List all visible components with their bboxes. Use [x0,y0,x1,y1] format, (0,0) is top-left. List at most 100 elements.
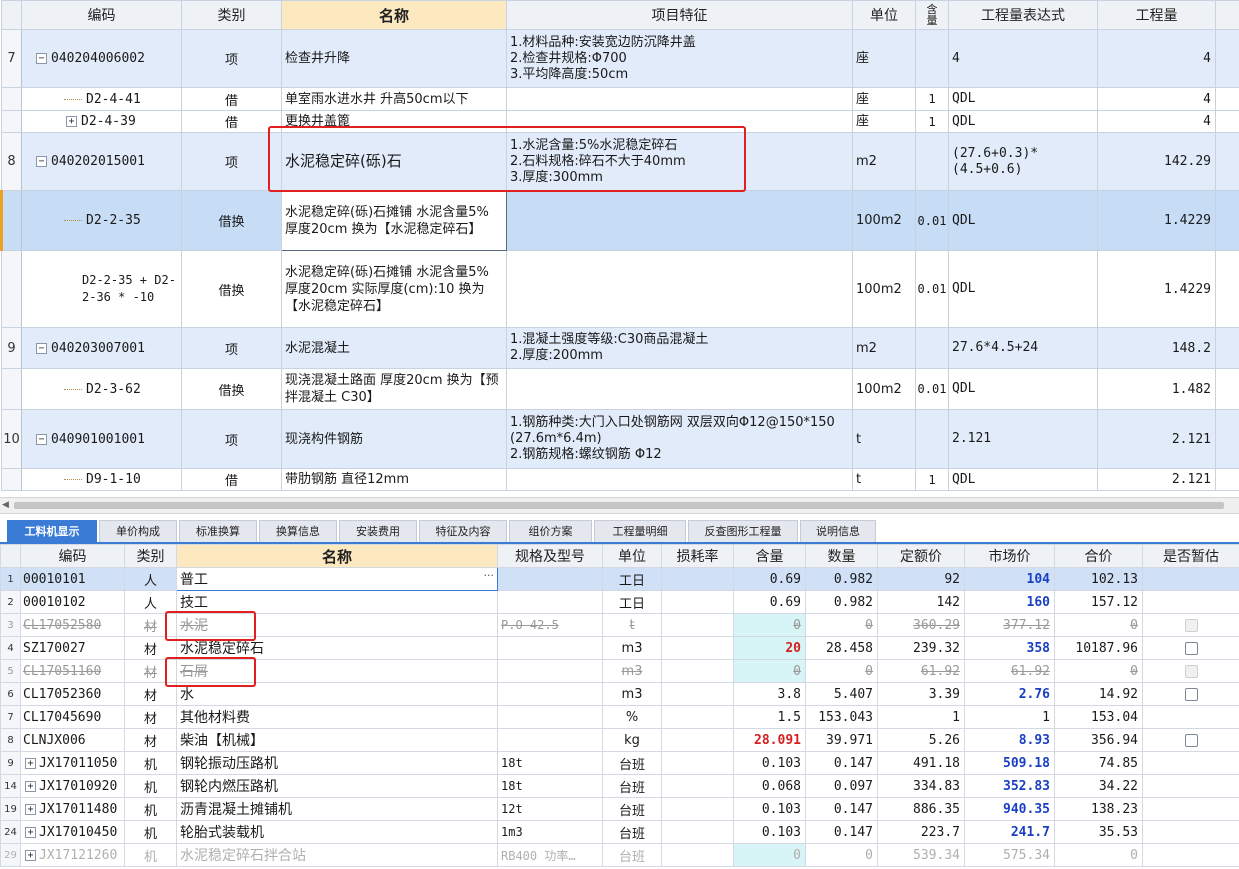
row-feature[interactable] [506,368,853,410]
row-unit[interactable]: m2 [852,327,916,369]
row-spec[interactable] [497,567,603,591]
row-loss[interactable] [661,659,734,683]
row-amount[interactable]: 4 [1097,87,1216,111]
resource-row[interactable]: 14 + JX17010920 机 钢轮内燃压路机 18t 台班 0.068 0.… [0,774,1239,798]
resource-row[interactable]: 6 CL17052360 材 水 m3 3.8 5.407 3.39 2.76 … [0,682,1239,706]
tab-description[interactable]: 说明信息 [800,520,876,542]
row-unit[interactable]: 100m2 [852,250,916,328]
row-code[interactable]: CL17052360 [20,682,125,706]
scroll-left-icon[interactable]: ◀ [2,500,9,510]
bill-row[interactable]: D2-3-62 借换 现浇混凝土路面 厚度20cm 换为【预拌混凝土 C30】 … [1,368,1239,410]
row-code[interactable]: 00010101 [20,567,125,591]
row-market-price[interactable]: 575.34 [964,843,1055,867]
row-ratio[interactable] [915,327,949,369]
row-code-cell[interactable]: D2-2-35 [21,190,182,251]
row-code-cell[interactable]: D2-4-41 [21,87,182,111]
row-loss[interactable] [661,613,734,637]
tab-reverse-graphic-quantity[interactable]: 反查图形工程量 [688,520,798,542]
row-loss[interactable] [661,751,734,775]
row-type[interactable]: 机 [124,797,177,821]
row-feature[interactable] [506,87,853,111]
row-type[interactable]: 材 [124,613,177,637]
row-unit[interactable]: t [852,409,916,469]
header-type[interactable]: 类别 [124,544,177,568]
row-name-editor[interactable]: 普工 ··· [176,567,498,591]
tab-conversion-info[interactable]: 换算信息 [259,520,337,542]
horizontal-scrollbar[interactable]: ◀ [0,497,1239,514]
expand-icon[interactable]: + [25,849,36,861]
row-name[interactable]: 水泥稳定碎(砾)石摊铺 水泥含量5% 厚度20cm 换为【水泥稳定碎石】 [281,190,507,251]
resource-row-disabled[interactable]: 3 CL17052580 材 水泥 P.O 42.5 t 0 0 360.29 … [0,613,1239,637]
row-unit[interactable]: t [852,468,916,491]
row-loss[interactable] [661,728,734,752]
row-code[interactable]: CLNJX006 [20,728,125,752]
row-code[interactable]: CL17052580 [20,613,125,637]
row-code-cell[interactable]: + D2-4-39 [21,110,182,133]
row-type[interactable]: 材 [124,636,177,660]
row-amount[interactable]: 2.121 [1097,409,1216,469]
row-expr[interactable]: QDL [948,87,1098,111]
row-type[interactable]: 借 [181,110,282,133]
row-name[interactable]: 石屑 [176,659,498,683]
bill-row[interactable]: 9 −040203007001 项 水泥混凝土 1.混凝土强度等级:C30商品混… [1,327,1239,369]
row-type[interactable]: 机 [124,820,177,844]
row-feature[interactable] [506,250,853,328]
row-spec[interactable] [497,705,603,729]
row-unit[interactable]: 座 [852,87,916,111]
bill-row[interactable]: D2-4-41 借 单室雨水进水井 升高50cm以下 座 1 QDL 4 [1,87,1239,111]
row-spec[interactable] [497,728,603,752]
row-market-price[interactable]: 241.7 [964,820,1055,844]
row-code-cell[interactable]: + JX17010450 [20,820,125,844]
provisional-checkbox[interactable] [1184,687,1198,701]
row-name[interactable]: 技工 [176,590,498,614]
row-market-price[interactable]: 358 [964,636,1055,660]
row-unit[interactable]: m3 [602,659,662,683]
row-content[interactable]: 0.103 [733,751,806,775]
bill-row[interactable]: 8 −040202015001 项 水泥稳定碎(砾)石 1.水泥含量:5%水泥稳… [1,132,1239,191]
row-content[interactable]: 0.69 [733,567,806,591]
row-unit[interactable]: kg [602,728,662,752]
row-ratio[interactable]: 0.01 [915,368,949,410]
row-feature[interactable] [506,190,853,251]
header-qty-ratio[interactable]: 含量 [915,0,949,30]
header-expr[interactable]: 工程量表达式 [948,0,1098,30]
row-ratio[interactable] [915,409,949,469]
expand-icon[interactable]: + [25,826,36,838]
row-type[interactable]: 材 [124,682,177,706]
row-spec[interactable] [497,590,603,614]
row-code-cell[interactable]: + JX17010920 [20,774,125,798]
row-type[interactable]: 借换 [181,368,282,410]
row-type[interactable]: 材 [124,728,177,752]
resource-row[interactable]: 29 + JX17121260 机 水泥稳定碎石拌合站 RB400 功率… 台班 … [0,843,1239,867]
header-unit[interactable]: 单位 [602,544,662,568]
row-unit[interactable]: 100m2 [852,190,916,251]
row-expr[interactable]: QDL [948,190,1098,251]
header-name[interactable]: 名称 [281,0,507,30]
row-type[interactable]: 借 [181,87,282,111]
row-spec[interactable]: 18t [497,751,603,775]
row-spec[interactable]: 18t [497,774,603,798]
row-name[interactable]: 水泥稳定碎(砾)石 [281,132,507,191]
expand-icon[interactable]: + [25,780,36,792]
row-unit[interactable]: 台班 [602,843,662,867]
row-name[interactable]: 钢轮内燃压路机 [176,774,498,798]
row-type[interactable]: 人 [124,567,177,591]
row-unit[interactable]: 工日 [602,567,662,591]
row-feature[interactable] [506,468,853,491]
row-type[interactable]: 机 [124,751,177,775]
row-feature[interactable] [506,110,853,133]
row-name[interactable]: 水泥稳定碎石拌合站 [176,843,498,867]
row-feature[interactable]: 1.钢筋种类:大门入口处钢筋网 双层双向Φ12@150*150 (27.6m*6… [506,409,853,469]
row-spec[interactable]: P.O 42.5 [497,613,603,637]
row-amount[interactable]: 4 [1097,29,1216,88]
row-amount[interactable]: 2.121 [1097,468,1216,491]
header-qty[interactable]: 数量 [805,544,878,568]
provisional-checkbox[interactable] [1184,641,1198,655]
row-spec[interactable]: RB400 功率… [497,843,603,867]
row-loss[interactable] [661,590,734,614]
row-feature[interactable]: 1.混凝土强度等级:C30商品混凝土 2.厚度:200mm [506,327,853,369]
row-name[interactable]: 水 [176,682,498,706]
row-code-cell[interactable]: D9-1-10 [21,468,182,491]
row-expr[interactable]: (27.6+0.3)*(4.5+0.6) [948,132,1098,191]
row-market-price[interactable]: 940.35 [964,797,1055,821]
